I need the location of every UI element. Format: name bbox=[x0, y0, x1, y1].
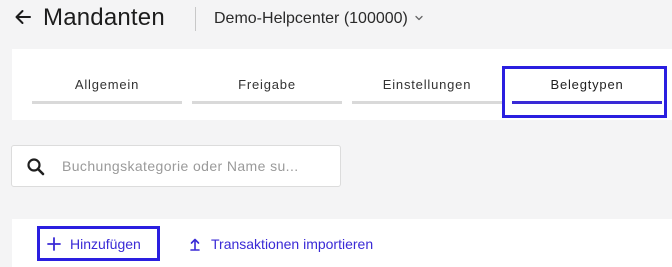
tab-label: Belegtypen bbox=[550, 77, 624, 92]
client-select-label: Demo-Helpcenter (100000) bbox=[214, 10, 408, 27]
header-divider bbox=[195, 7, 196, 31]
client-select[interactable]: Demo-Helpcenter (100000) bbox=[214, 8, 424, 30]
page-title: Mandanten bbox=[43, 4, 165, 31]
back-button[interactable] bbox=[10, 6, 36, 32]
upload-icon bbox=[187, 236, 203, 252]
import-transactions-label: Transaktionen importieren bbox=[211, 236, 374, 252]
tab-label: Allgemein bbox=[74, 77, 140, 92]
mandanten-page: Mandanten Demo-Helpcenter (100000) Allge… bbox=[0, 0, 672, 267]
tab-allgemein[interactable]: Allgemein bbox=[32, 49, 182, 120]
search-box bbox=[11, 145, 341, 187]
add-button-label: Hinzufügen bbox=[70, 236, 141, 252]
tab-label: Freigabe bbox=[238, 77, 296, 92]
import-transactions-button[interactable]: Transaktionen importieren bbox=[187, 234, 373, 254]
chevron-down-icon bbox=[414, 10, 424, 28]
tab-label: Einstellungen bbox=[382, 77, 472, 92]
arrow-left-icon bbox=[13, 7, 33, 32]
tab-belegtypen[interactable]: Belegtypen bbox=[512, 49, 662, 120]
tab-underline bbox=[352, 101, 502, 104]
tabs-card: Allgemein Freigabe Einstellungen Belegty… bbox=[12, 49, 672, 120]
action-bar: Hinzufügen Transaktionen importieren bbox=[12, 219, 672, 267]
plus-icon bbox=[46, 236, 62, 252]
tab-underline-active bbox=[512, 101, 662, 104]
tab-einstellungen[interactable]: Einstellungen bbox=[352, 49, 502, 120]
search-icon bbox=[26, 157, 46, 177]
page-header: Mandanten Demo-Helpcenter (100000) bbox=[0, 0, 672, 40]
tab-freigabe[interactable]: Freigabe bbox=[192, 49, 342, 120]
add-button[interactable]: Hinzufügen bbox=[46, 234, 141, 254]
tab-underline bbox=[32, 101, 182, 104]
tab-underline bbox=[192, 101, 342, 104]
search-input[interactable] bbox=[62, 154, 332, 178]
